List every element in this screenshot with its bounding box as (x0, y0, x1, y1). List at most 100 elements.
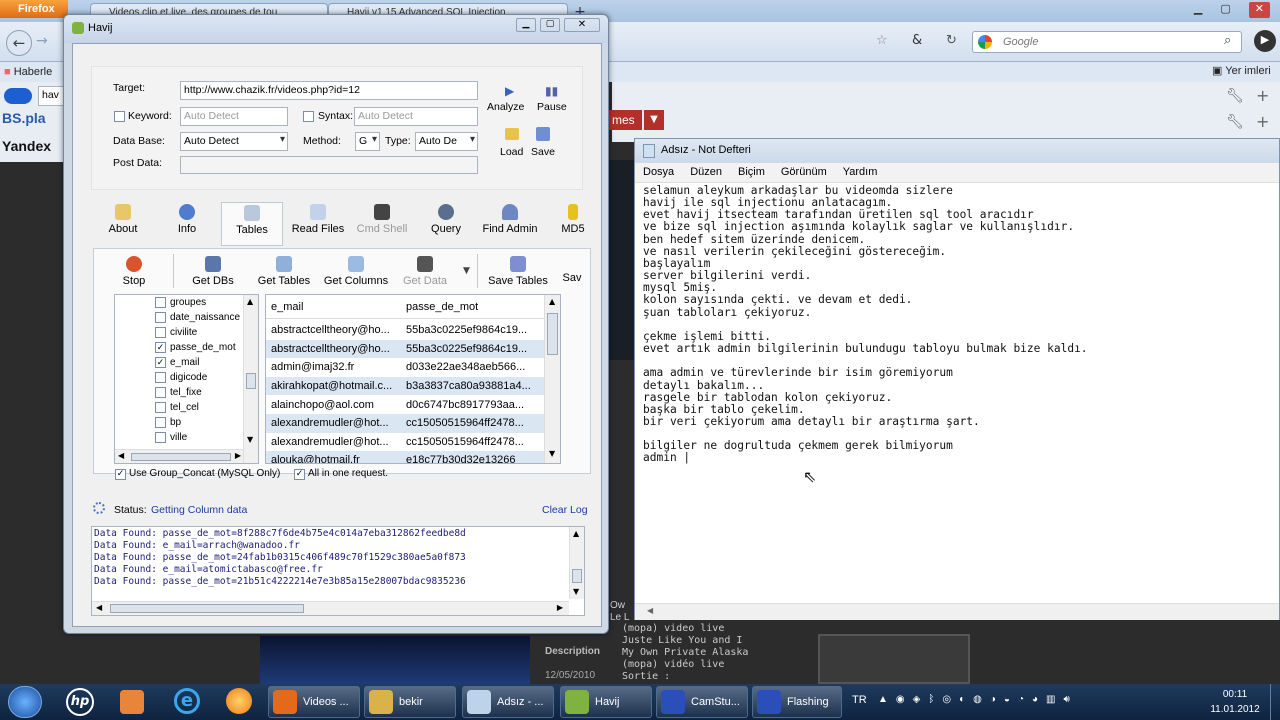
tree-item[interactable]: ville (155, 430, 255, 445)
clear-log-link[interactable]: Clear Log (542, 504, 588, 516)
tab-about[interactable]: About (103, 204, 143, 235)
maximize-icon[interactable]: ▢ (1220, 2, 1230, 18)
close-icon[interactable]: ✕ (564, 18, 600, 32)
tree-item-checkbox[interactable] (155, 297, 166, 308)
close-icon[interactable]: ✕ (1248, 2, 1270, 18)
save-more-button[interactable]: Sav (561, 272, 583, 284)
plus-icon-2[interactable]: + (1256, 112, 1269, 131)
syntax-input[interactable]: Auto Detect (354, 107, 478, 126)
side-search-input[interactable]: hav (38, 86, 64, 106)
method-select[interactable]: G (355, 132, 380, 151)
syntax-checkbox[interactable] (303, 111, 314, 122)
log-scrollbar[interactable]: ▲ ▼ (569, 527, 584, 599)
speaker-icon[interactable]: 🔊︎ (1064, 694, 1070, 708)
table-row[interactable]: alexandremudler@hot... cc15050515964ff247… (266, 413, 546, 433)
tree-scrollbar[interactable]: ▲ ▼ (243, 295, 258, 463)
keyword-input[interactable]: Auto Detect (180, 107, 288, 126)
tray-icon-10[interactable]: ◔ (1018, 694, 1024, 708)
tray-icon-5[interactable]: ◎ (942, 694, 951, 708)
notepad-hscrollbar[interactable]: ◀ (635, 603, 1279, 620)
forward-icon[interactable]: → (36, 33, 48, 49)
tray-icon-3[interactable]: ◈ (913, 694, 921, 708)
tray-icon-9[interactable]: ◒ (1004, 694, 1010, 708)
bookmark-star-icon[interactable]: ☆ (876, 33, 888, 48)
get-columns-button[interactable]: Get Columns (321, 256, 391, 287)
grid-scrollbar[interactable]: ▲ ▼ (544, 295, 560, 463)
table-row[interactable]: akirahkopat@hotmail.c... b3a3837ca80a9388… (266, 376, 546, 396)
table-row[interactable]: alainchopo@aol.com d0c6747bc8917793aa... (266, 395, 546, 414)
bluetooth-icon[interactable]: ᛒ (928, 694, 934, 708)
table-row[interactable]: alouka@hotmail.fr e18c77b30d32e13266 (266, 451, 546, 463)
tree-hscrollbar[interactable]: ◀ ▶ (115, 449, 243, 463)
log-hscrollbar[interactable]: ◀ ▶ (92, 601, 569, 615)
tree-item[interactable]: ✓ passe_de_mot (155, 340, 255, 355)
tree-item-checkbox[interactable] (155, 402, 166, 413)
page-dropdown-icon[interactable]: ▼ (644, 110, 664, 130)
yandex-logo[interactable]: Yandex (2, 138, 51, 154)
tree-item[interactable]: tel_cel (155, 400, 255, 415)
bookmarks-menu[interactable]: ▣ Yer imleri (1212, 64, 1271, 77)
type-select[interactable]: Auto De (415, 132, 478, 151)
column-header-email[interactable]: e_mail (266, 301, 402, 313)
get-dbs-button[interactable]: Get DBs (185, 256, 241, 287)
back-icon[interactable]: ← (6, 30, 32, 56)
tree-item[interactable]: tel_fixe (155, 385, 255, 400)
taskbar-havij[interactable]: Havij (560, 686, 652, 718)
pause-button[interactable]: Pause (537, 101, 567, 113)
log-box[interactable]: Data Found: passe_de_mot=8f288c7f6de4b75… (91, 526, 585, 616)
data-grid[interactable]: e_mail passe_de_mot abstractcelltheory@h… (265, 294, 561, 464)
tree-item[interactable]: date_naissance (155, 310, 255, 325)
tree-item[interactable]: civilite (155, 325, 255, 340)
language-indicator[interactable]: TR (852, 694, 867, 706)
ie-icon[interactable]: e (174, 688, 200, 714)
tree-item-checkbox[interactable] (155, 387, 166, 398)
clock-date[interactable]: 11.01.2012 (1204, 704, 1266, 715)
get-tables-button[interactable]: Get Tables (253, 256, 315, 287)
get-data-dropdown-icon[interactable]: ▼ (463, 266, 470, 276)
tree-item[interactable]: bp (155, 415, 255, 430)
tab-tables[interactable]: Tables (221, 202, 283, 246)
tree-item[interactable]: groupes (155, 295, 255, 310)
tray-icon-8[interactable]: ◑ (990, 694, 996, 708)
tab-cmd-shell[interactable]: Cmd Shell (353, 204, 411, 235)
table-row[interactable]: admin@imaj32.fr d033e22ae348aeb566... (266, 358, 546, 377)
menu-dosya[interactable]: Dosya (635, 163, 682, 182)
tab-md5[interactable]: MD5 (553, 204, 593, 235)
ampersand-icon[interactable]: & (912, 33, 922, 48)
reload-icon[interactable]: ↻ (946, 33, 957, 48)
tree-item-checkbox[interactable] (155, 417, 166, 428)
minimize-icon[interactable]: ▁ (516, 18, 536, 32)
tab-read-files[interactable]: Read Files (289, 204, 347, 235)
taskbar-flashing[interactable]: Flashing (752, 686, 842, 718)
columns-tree[interactable]: groupes date_naissance civilite ✓ passe_de_m… (114, 294, 259, 464)
show-desktop-button[interactable] (1270, 684, 1280, 720)
start-button[interactable] (8, 686, 42, 718)
column-header-password[interactable]: passe_de_mot (402, 301, 538, 313)
notepad-text-area[interactable]: selamun aleykum arkadaşlar bu videomda s… (643, 184, 1263, 605)
video-thumbnail[interactable] (818, 634, 970, 684)
addon-icon[interactable]: ▶ (1254, 30, 1276, 52)
tray-icon-7[interactable]: ◍ (973, 694, 982, 708)
database-select[interactable]: Auto Detect (180, 132, 288, 151)
tab-find-admin[interactable]: Find Admin (477, 204, 543, 235)
bs-logo[interactable]: BS.pla (2, 110, 46, 126)
taskbar-notepad[interactable]: Adsız - ... (462, 686, 554, 718)
tab-query[interactable]: Query (423, 204, 469, 235)
save-button[interactable]: Save (531, 146, 555, 158)
tree-item-checkbox[interactable] (155, 312, 166, 323)
get-data-button[interactable]: Get Data (399, 256, 451, 287)
tree-item[interactable]: ✓ e_mail (155, 355, 255, 370)
tree-item-checkbox[interactable] (155, 327, 166, 338)
taskbar-camstudio[interactable]: CamStu... (656, 686, 748, 718)
group-concat-checkbox[interactable]: ✓ (115, 469, 126, 480)
save-tables-button[interactable]: Save Tables (487, 256, 549, 287)
tree-item-checkbox[interactable]: ✓ (155, 342, 166, 353)
tray-icon-1[interactable]: ▲ (878, 694, 888, 708)
plus-icon[interactable]: + (1256, 86, 1269, 105)
menu-yardim[interactable]: Yardım (835, 163, 886, 182)
tree-item-checkbox[interactable] (155, 432, 166, 443)
table-row[interactable]: alexandremudler@hot... cc15050515964ff247… (266, 433, 546, 452)
wrench-icon[interactable]: 🔧︎ (1226, 88, 1244, 104)
messenger-icon[interactable] (226, 688, 252, 714)
wrench-icon-2[interactable]: 🔧︎ (1226, 114, 1244, 130)
